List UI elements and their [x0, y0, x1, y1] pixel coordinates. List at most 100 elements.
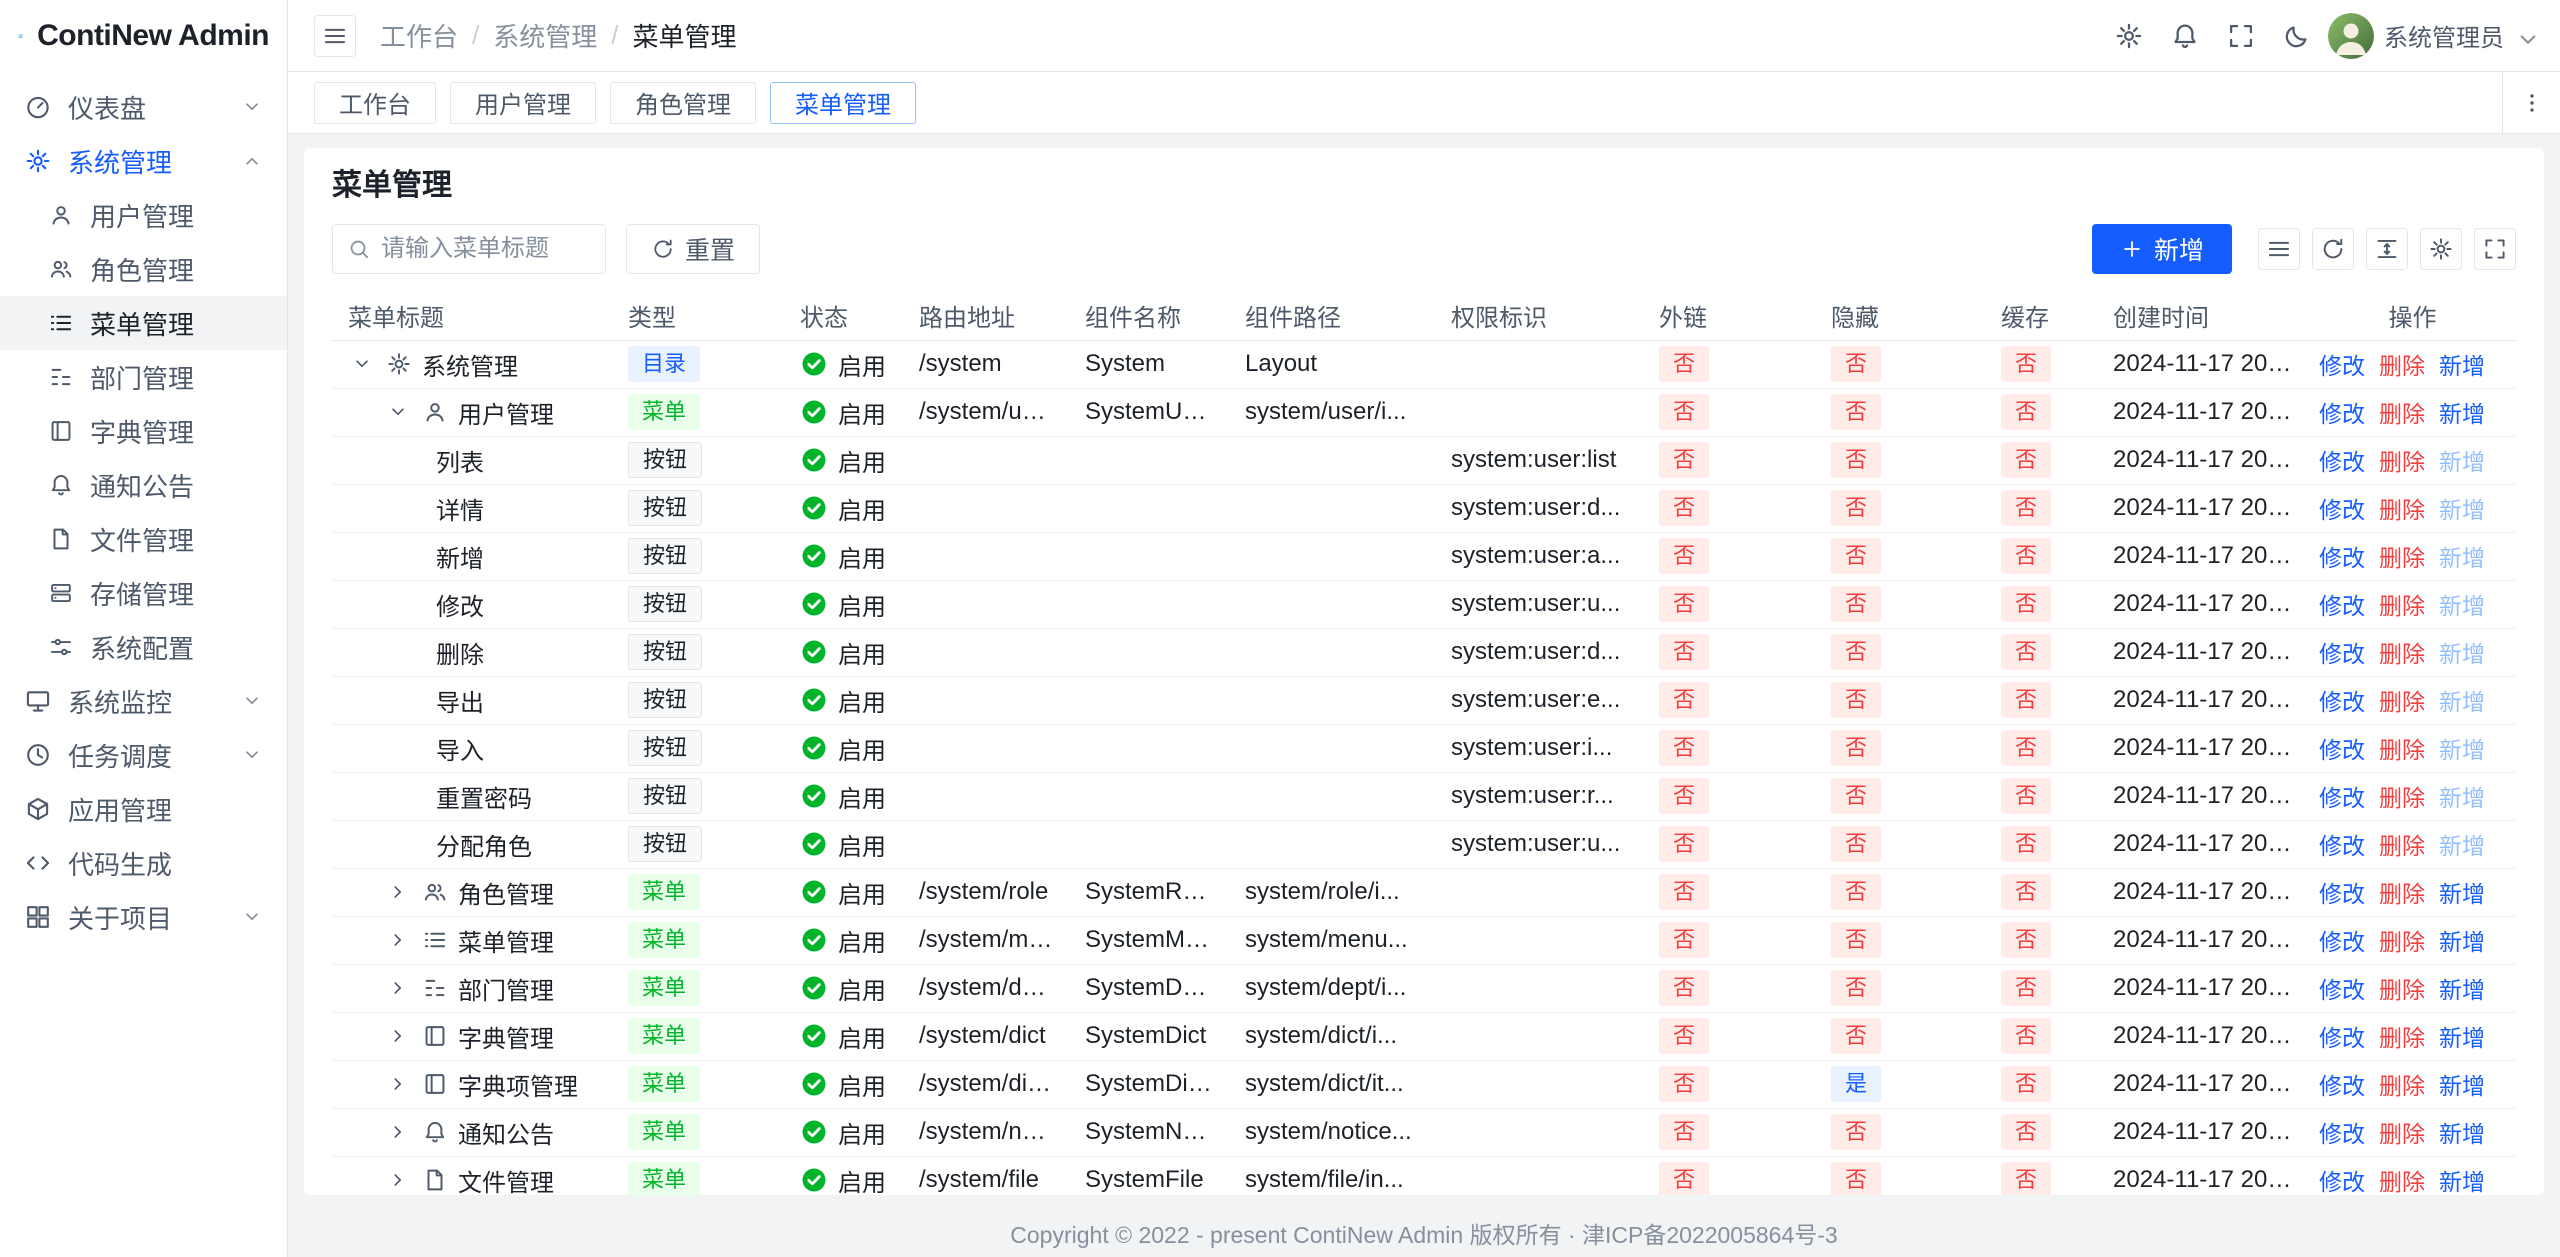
add-link[interactable]: 新增	[2439, 491, 2485, 525]
settings-button[interactable]	[2108, 15, 2150, 57]
row-expand-toggle[interactable]	[384, 1118, 412, 1146]
tab-item[interactable]: 角色管理	[610, 82, 756, 124]
delete-link[interactable]: 删除	[2379, 731, 2425, 765]
modify-link[interactable]: 修改	[2319, 683, 2365, 717]
add-link[interactable]: 新增	[2439, 347, 2485, 381]
add-link[interactable]: 新增	[2439, 923, 2485, 957]
table-refresh-button[interactable]	[2312, 228, 2354, 270]
modify-link[interactable]: 修改	[2319, 539, 2365, 573]
modify-link[interactable]: 修改	[2319, 491, 2365, 525]
modify-link[interactable]: 修改	[2319, 395, 2365, 429]
add-link[interactable]: 新增	[2439, 779, 2485, 813]
add-link[interactable]: 新增	[2439, 731, 2485, 765]
add-link[interactable]: 新增	[2439, 875, 2485, 909]
delete-link[interactable]: 删除	[2379, 1067, 2425, 1101]
add-link[interactable]: 新增	[2439, 1067, 2485, 1101]
sidebar-collapse-button[interactable]	[314, 15, 356, 57]
delete-link[interactable]: 删除	[2379, 827, 2425, 861]
tab-item[interactable]: 工作台	[314, 82, 436, 124]
list-view-button[interactable]	[2258, 228, 2300, 270]
sidebar-subitem[interactable]: 文件管理	[0, 512, 287, 566]
sidebar-subitem[interactable]: 部门管理	[0, 350, 287, 404]
delete-link[interactable]: 删除	[2379, 683, 2425, 717]
modify-link[interactable]: 修改	[2319, 347, 2365, 381]
sidebar-subitem[interactable]: 字典管理	[0, 404, 287, 458]
row-height-button[interactable]	[2366, 228, 2408, 270]
reset-button[interactable]: 重置	[626, 224, 760, 274]
modify-link[interactable]: 修改	[2319, 635, 2365, 669]
add-link[interactable]: 新增	[2439, 587, 2485, 621]
modify-link[interactable]: 修改	[2319, 443, 2365, 477]
add-link[interactable]: 新增	[2439, 1115, 2485, 1149]
add-link[interactable]: 新增	[2439, 395, 2485, 429]
add-link[interactable]: 新增	[2439, 1163, 2485, 1195]
modify-link[interactable]: 修改	[2319, 731, 2365, 765]
add-link[interactable]: 新增	[2439, 971, 2485, 1005]
delete-link[interactable]: 删除	[2379, 971, 2425, 1005]
modify-link[interactable]: 修改	[2319, 875, 2365, 909]
delete-link[interactable]: 删除	[2379, 1163, 2425, 1195]
delete-link[interactable]: 删除	[2379, 635, 2425, 669]
add-link[interactable]: 新增	[2439, 827, 2485, 861]
add-link[interactable]: 新增	[2439, 539, 2485, 573]
modify-link[interactable]: 修改	[2319, 779, 2365, 813]
breadcrumb-item[interactable]: 菜单管理	[633, 17, 737, 54]
column-settings-button[interactable]	[2420, 228, 2462, 270]
modify-link[interactable]: 修改	[2319, 1019, 2365, 1053]
row-expand-toggle[interactable]	[384, 1022, 412, 1050]
modify-link[interactable]: 修改	[2319, 587, 2365, 621]
tabs-more-button[interactable]	[2502, 72, 2560, 133]
modify-link[interactable]: 修改	[2319, 1115, 2365, 1149]
add-button[interactable]: 新增	[2092, 224, 2232, 274]
tab-item[interactable]: 用户管理	[450, 82, 596, 124]
sidebar-subitem[interactable]: 系统配置	[0, 620, 287, 674]
table-fullscreen-button[interactable]	[2474, 228, 2516, 270]
row-expand-toggle[interactable]	[384, 974, 412, 1002]
sidebar-item[interactable]: 关于项目	[0, 890, 287, 944]
dark-mode-button[interactable]	[2276, 15, 2318, 57]
row-expand-toggle[interactable]	[384, 926, 412, 954]
tab-active[interactable]: 菜单管理	[770, 82, 916, 124]
sidebar-item[interactable]: 应用管理	[0, 782, 287, 836]
delete-link[interactable]: 删除	[2379, 395, 2425, 429]
delete-link[interactable]: 删除	[2379, 1019, 2425, 1053]
row-expand-toggle[interactable]	[384, 878, 412, 906]
sidebar-subitem[interactable]: 角色管理	[0, 242, 287, 296]
modify-link[interactable]: 修改	[2319, 827, 2365, 861]
delete-link[interactable]: 删除	[2379, 491, 2425, 525]
modify-link[interactable]: 修改	[2319, 971, 2365, 1005]
sidebar-subitem[interactable]: 存储管理	[0, 566, 287, 620]
sidebar-subitem[interactable]: 通知公告	[0, 458, 287, 512]
delete-link[interactable]: 删除	[2379, 443, 2425, 477]
delete-link[interactable]: 删除	[2379, 923, 2425, 957]
add-link[interactable]: 新增	[2439, 1019, 2485, 1053]
delete-link[interactable]: 删除	[2379, 779, 2425, 813]
user-menu[interactable]: 系统管理员	[2328, 13, 2534, 59]
delete-link[interactable]: 删除	[2379, 347, 2425, 381]
sidebar-item[interactable]: 代码生成	[0, 836, 287, 890]
add-link[interactable]: 新增	[2439, 683, 2485, 717]
sidebar-subitem[interactable]: 用户管理	[0, 188, 287, 242]
delete-link[interactable]: 删除	[2379, 587, 2425, 621]
modify-link[interactable]: 修改	[2319, 923, 2365, 957]
search-input[interactable]	[381, 235, 591, 263]
delete-link[interactable]: 删除	[2379, 539, 2425, 573]
row-expand-toggle[interactable]	[384, 398, 412, 426]
row-expand-toggle[interactable]	[384, 1166, 412, 1194]
modify-link[interactable]: 修改	[2319, 1163, 2365, 1195]
modify-link[interactable]: 修改	[2319, 1067, 2365, 1101]
sidebar-item[interactable]: 系统管理	[0, 134, 287, 188]
fullscreen-button[interactable]	[2220, 15, 2262, 57]
breadcrumb-item[interactable]: 工作台	[380, 17, 458, 54]
delete-link[interactable]: 删除	[2379, 875, 2425, 909]
add-link[interactable]: 新增	[2439, 635, 2485, 669]
row-expand-toggle[interactable]	[348, 350, 376, 378]
delete-link[interactable]: 删除	[2379, 1115, 2425, 1149]
sidebar-subitem[interactable]: 菜单管理	[0, 296, 287, 350]
add-link[interactable]: 新增	[2439, 443, 2485, 477]
sidebar-item[interactable]: 任务调度	[0, 728, 287, 782]
sidebar-item[interactable]: 系统监控	[0, 674, 287, 728]
notifications-button[interactable]	[2164, 15, 2206, 57]
sidebar-item[interactable]: 仪表盘	[0, 80, 287, 134]
breadcrumb-item[interactable]: 系统管理	[493, 17, 597, 54]
